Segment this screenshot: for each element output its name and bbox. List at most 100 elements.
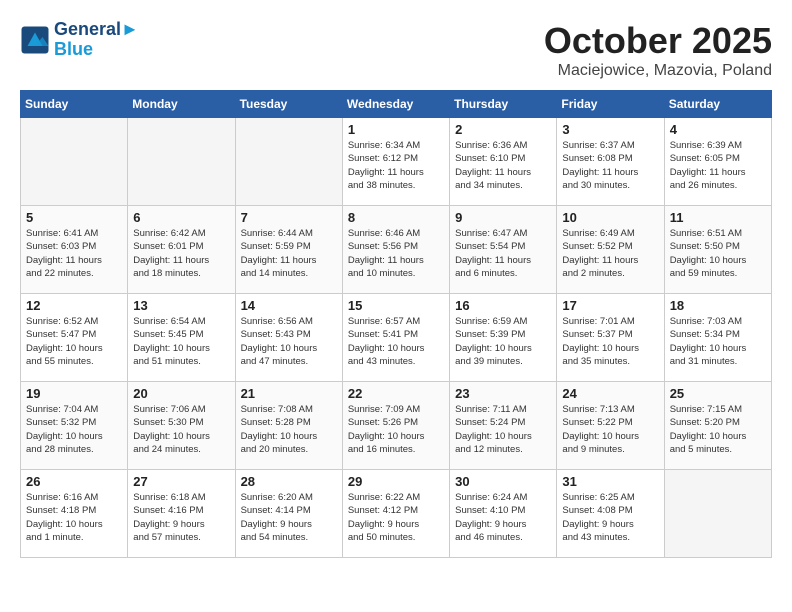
title-block: October 2025 Maciejowice, Mazovia, Polan… (544, 20, 772, 80)
calendar-week-4: 19 Sunrise: 7:04 AM Sunset: 5:32 PM Dayli… (21, 382, 772, 470)
calendar-cell: 30 Sunrise: 6:24 AM Sunset: 4:10 PM Dayli… (450, 470, 557, 558)
calendar-cell: 13 Sunrise: 6:54 AM Sunset: 5:45 PM Dayli… (128, 294, 235, 382)
day-number: 18 (670, 298, 766, 313)
day-number: 15 (348, 298, 444, 313)
calendar-cell: 16 Sunrise: 6:59 AM Sunset: 5:39 PM Dayli… (450, 294, 557, 382)
calendar-cell: 22 Sunrise: 7:09 AM Sunset: 5:26 PM Dayli… (342, 382, 449, 470)
day-number: 17 (562, 298, 658, 313)
day-info: Sunrise: 6:41 AM Sunset: 6:03 PM Dayligh… (26, 227, 122, 280)
day-info: Sunrise: 6:25 AM Sunset: 4:08 PM Dayligh… (562, 491, 658, 544)
calendar-cell: 27 Sunrise: 6:18 AM Sunset: 4:16 PM Dayli… (128, 470, 235, 558)
location-subtitle: Maciejowice, Mazovia, Poland (544, 62, 772, 80)
day-number: 5 (26, 210, 122, 225)
day-number: 25 (670, 386, 766, 401)
day-info: Sunrise: 7:01 AM Sunset: 5:37 PM Dayligh… (562, 315, 658, 368)
calendar-cell: 24Sunrise: 7:13 AM Sunset: 5:22 PM Dayli… (557, 382, 664, 470)
calendar-cell: 10 Sunrise: 6:49 AM Sunset: 5:52 PM Dayli… (557, 206, 664, 294)
calendar-week-5: 26Sunrise: 6:16 AM Sunset: 4:18 PM Dayli… (21, 470, 772, 558)
weekday-header-monday: Monday (128, 91, 235, 118)
day-number: 30 (455, 474, 551, 489)
day-info: Sunrise: 7:04 AM Sunset: 5:32 PM Dayligh… (26, 403, 122, 456)
calendar-cell: 4 Sunrise: 6:39 AM Sunset: 6:05 PM Daylig… (664, 118, 771, 206)
logo: General► Blue (20, 20, 139, 60)
calendar-cell: 18Sunrise: 7:03 AM Sunset: 5:34 PM Dayli… (664, 294, 771, 382)
calendar-cell: 11 Sunrise: 6:51 AM Sunset: 5:50 PM Dayli… (664, 206, 771, 294)
day-number: 7 (241, 210, 337, 225)
calendar-cell: 5 Sunrise: 6:41 AM Sunset: 6:03 PM Daylig… (21, 206, 128, 294)
weekday-header-row: SundayMondayTuesdayWednesdayThursdayFrid… (21, 91, 772, 118)
day-info: Sunrise: 6:24 AM Sunset: 4:10 PM Dayligh… (455, 491, 551, 544)
day-number: 19 (26, 386, 122, 401)
day-info: Sunrise: 6:44 AM Sunset: 5:59 PM Dayligh… (241, 227, 337, 280)
calendar-cell (21, 118, 128, 206)
calendar-cell: 15 Sunrise: 6:57 AM Sunset: 5:41 PM Dayli… (342, 294, 449, 382)
weekday-header-tuesday: Tuesday (235, 91, 342, 118)
day-info: Sunrise: 6:37 AM Sunset: 6:08 PM Dayligh… (562, 139, 658, 192)
day-number: 13 (133, 298, 229, 313)
day-info: Sunrise: 6:22 AM Sunset: 4:12 PM Dayligh… (348, 491, 444, 544)
calendar-cell: 7 Sunrise: 6:44 AM Sunset: 5:59 PM Daylig… (235, 206, 342, 294)
day-number: 20 (133, 386, 229, 401)
day-number: 24 (562, 386, 658, 401)
day-info: Sunrise: 6:39 AM Sunset: 6:05 PM Dayligh… (670, 139, 766, 192)
page-header: General► Blue October 2025 Maciejowice, … (20, 20, 772, 80)
calendar-cell: 3Sunrise: 6:37 AM Sunset: 6:08 PM Daylig… (557, 118, 664, 206)
day-info: Sunrise: 6:16 AM Sunset: 4:18 PM Dayligh… (26, 491, 122, 544)
calendar-cell: 6Sunrise: 6:42 AM Sunset: 6:01 PM Daylig… (128, 206, 235, 294)
day-info: Sunrise: 6:47 AM Sunset: 5:54 PM Dayligh… (455, 227, 551, 280)
day-number: 2 (455, 122, 551, 137)
day-info: Sunrise: 6:42 AM Sunset: 6:01 PM Dayligh… (133, 227, 229, 280)
day-info: Sunrise: 7:15 AM Sunset: 5:20 PM Dayligh… (670, 403, 766, 456)
day-number: 4 (670, 122, 766, 137)
calendar-cell: 23 Sunrise: 7:11 AM Sunset: 5:24 PM Dayli… (450, 382, 557, 470)
calendar-cell (235, 118, 342, 206)
calendar-cell: 14 Sunrise: 6:56 AM Sunset: 5:43 PM Dayli… (235, 294, 342, 382)
day-info: Sunrise: 6:36 AM Sunset: 6:10 PM Dayligh… (455, 139, 551, 192)
weekday-header-sunday: Sunday (21, 91, 128, 118)
day-info: Sunrise: 6:52 AM Sunset: 5:47 PM Dayligh… (26, 315, 122, 368)
day-number: 10 (562, 210, 658, 225)
day-info: Sunrise: 6:20 AM Sunset: 4:14 PM Dayligh… (241, 491, 337, 544)
day-info: Sunrise: 6:51 AM Sunset: 5:50 PM Dayligh… (670, 227, 766, 280)
calendar-table: SundayMondayTuesdayWednesdayThursdayFrid… (20, 90, 772, 558)
day-number: 8 (348, 210, 444, 225)
calendar-cell: 20Sunrise: 7:06 AM Sunset: 5:30 PM Dayli… (128, 382, 235, 470)
day-info: Sunrise: 6:57 AM Sunset: 5:41 PM Dayligh… (348, 315, 444, 368)
day-number: 23 (455, 386, 551, 401)
calendar-cell: 1Sunrise: 6:34 AM Sunset: 6:12 PM Daylig… (342, 118, 449, 206)
day-info: Sunrise: 6:59 AM Sunset: 5:39 PM Dayligh… (455, 315, 551, 368)
calendar-cell: 25 Sunrise: 7:15 AM Sunset: 5:20 PM Dayli… (664, 382, 771, 470)
day-number: 12 (26, 298, 122, 313)
day-info: Sunrise: 7:08 AM Sunset: 5:28 PM Dayligh… (241, 403, 337, 456)
weekday-header-wednesday: Wednesday (342, 91, 449, 118)
calendar-cell: 8 Sunrise: 6:46 AM Sunset: 5:56 PM Daylig… (342, 206, 449, 294)
logo-text: General► Blue (54, 20, 139, 60)
day-info: Sunrise: 7:11 AM Sunset: 5:24 PM Dayligh… (455, 403, 551, 456)
day-number: 22 (348, 386, 444, 401)
weekday-header-saturday: Saturday (664, 91, 771, 118)
day-info: Sunrise: 6:46 AM Sunset: 5:56 PM Dayligh… (348, 227, 444, 280)
day-number: 16 (455, 298, 551, 313)
calendar-cell: 19 Sunrise: 7:04 AM Sunset: 5:32 PM Dayli… (21, 382, 128, 470)
weekday-header-friday: Friday (557, 91, 664, 118)
day-info: Sunrise: 6:54 AM Sunset: 5:45 PM Dayligh… (133, 315, 229, 368)
calendar-cell: 12 Sunrise: 6:52 AM Sunset: 5:47 PM Dayli… (21, 294, 128, 382)
day-info: Sunrise: 6:18 AM Sunset: 4:16 PM Dayligh… (133, 491, 229, 544)
calendar-cell: 29Sunrise: 6:22 AM Sunset: 4:12 PM Dayli… (342, 470, 449, 558)
calendar-cell: 31Sunrise: 6:25 AM Sunset: 4:08 PM Dayli… (557, 470, 664, 558)
day-info: Sunrise: 6:49 AM Sunset: 5:52 PM Dayligh… (562, 227, 658, 280)
day-number: 27 (133, 474, 229, 489)
day-number: 28 (241, 474, 337, 489)
day-info: Sunrise: 7:09 AM Sunset: 5:26 PM Dayligh… (348, 403, 444, 456)
day-number: 11 (670, 210, 766, 225)
calendar-cell (664, 470, 771, 558)
calendar-cell: 2 Sunrise: 6:36 AM Sunset: 6:10 PM Daylig… (450, 118, 557, 206)
calendar-cell: 26Sunrise: 6:16 AM Sunset: 4:18 PM Dayli… (21, 470, 128, 558)
day-number: 14 (241, 298, 337, 313)
day-info: Sunrise: 6:56 AM Sunset: 5:43 PM Dayligh… (241, 315, 337, 368)
month-title: October 2025 (544, 20, 772, 62)
calendar-header: SundayMondayTuesdayWednesdayThursdayFrid… (21, 91, 772, 118)
day-number: 9 (455, 210, 551, 225)
calendar-week-2: 5 Sunrise: 6:41 AM Sunset: 6:03 PM Daylig… (21, 206, 772, 294)
calendar-week-3: 12 Sunrise: 6:52 AM Sunset: 5:47 PM Dayli… (21, 294, 772, 382)
